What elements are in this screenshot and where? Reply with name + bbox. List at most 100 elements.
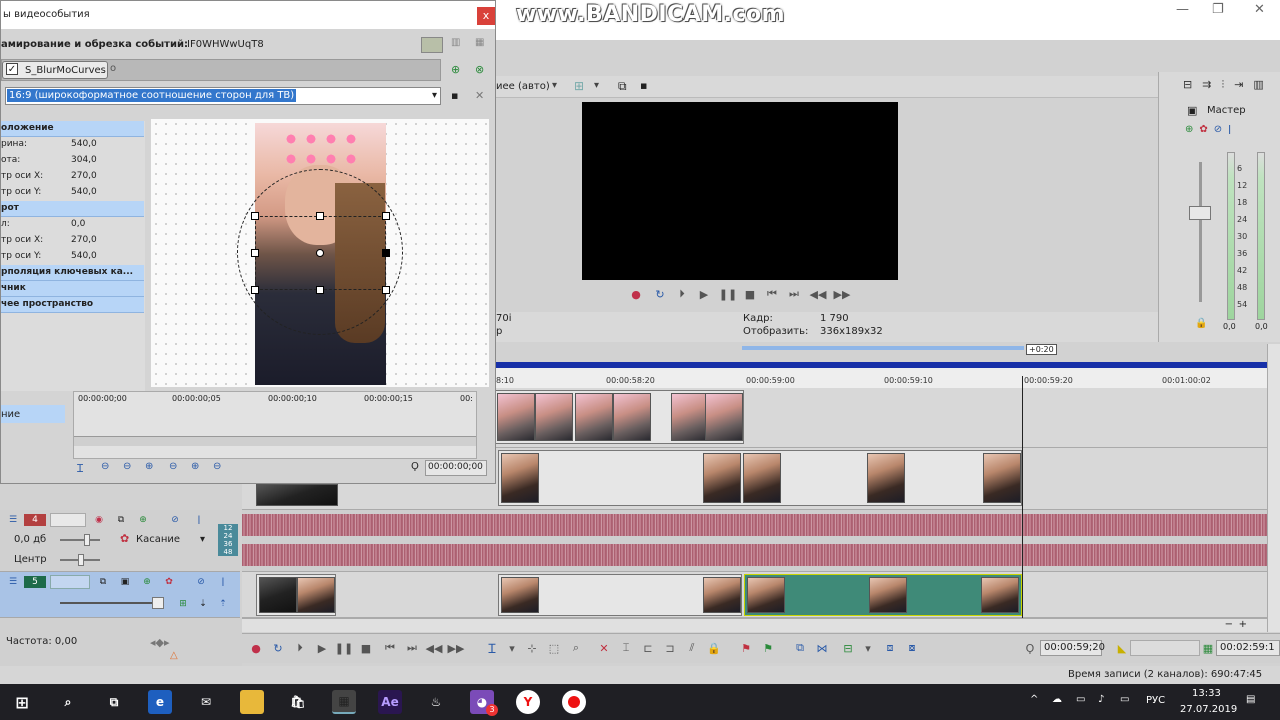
restore-button[interactable]: ❐ bbox=[1212, 2, 1224, 17]
prev-keyframe-icon[interactable]: ⊖ bbox=[123, 461, 131, 472]
property-value[interactable]: 304,0 bbox=[71, 155, 97, 165]
prev-frame-icon[interactable]: ◀◀ bbox=[426, 640, 443, 656]
next-frame-icon[interactable]: ▶▶ bbox=[834, 286, 851, 302]
crop-handle[interactable] bbox=[316, 286, 324, 294]
close-button[interactable]: ✕ bbox=[1254, 2, 1265, 17]
crop-handle[interactable] bbox=[382, 212, 390, 220]
snapping-icon[interactable]: ⧉ bbox=[792, 640, 808, 656]
track-fx-icon[interactable]: ⧉ bbox=[114, 514, 128, 526]
bandicam-record-icon[interactable] bbox=[562, 690, 586, 714]
first-keyframe-icon[interactable]: ⊖ bbox=[101, 461, 109, 472]
delete-preset-icon[interactable]: ✕ bbox=[475, 89, 484, 102]
solo-icon[interactable]: ǀ bbox=[192, 514, 206, 526]
fx-settings-icon[interactable]: ✿ bbox=[1199, 124, 1207, 135]
property-value[interactable]: 0,0 bbox=[71, 219, 85, 229]
envelope-tool-icon[interactable]: ⊹ bbox=[524, 640, 540, 656]
trim-end-icon[interactable]: ⊐ bbox=[662, 640, 678, 656]
save-frame-icon[interactable]: ▪ bbox=[640, 79, 647, 92]
volume-slider[interactable] bbox=[60, 539, 100, 541]
file-explorer-icon[interactable] bbox=[240, 690, 264, 714]
video-clip[interactable] bbox=[498, 450, 1022, 506]
delete-icon[interactable]: ✕ bbox=[596, 640, 612, 656]
property-value[interactable]: 270,0 bbox=[71, 235, 97, 245]
property-row[interactable]: тр оси X: 270,0 bbox=[1, 169, 144, 185]
mixer-icon-5[interactable]: ▥ bbox=[1253, 78, 1263, 92]
automation-mode[interactable]: Касание bbox=[136, 534, 180, 545]
property-group-header[interactable]: чее пространство bbox=[1, 297, 144, 313]
show-hidden-icons[interactable]: ^ bbox=[1030, 694, 1038, 705]
preview-quality-select[interactable]: иее (авто) bbox=[496, 81, 550, 92]
copy-frame-icon[interactable]: ⧉ bbox=[618, 79, 627, 94]
child-icon[interactable]: ⇣ bbox=[196, 598, 210, 610]
next-keyframe-icon[interactable]: ⊕ bbox=[191, 461, 199, 472]
grid-icon[interactable]: ⊞ bbox=[574, 79, 584, 93]
clock-time[interactable]: 13:33 bbox=[1192, 688, 1221, 699]
loop-icon[interactable]: ↻ bbox=[652, 286, 668, 302]
marker-flag[interactable]: +0:20 bbox=[1026, 344, 1057, 355]
after-effects-icon[interactable]: Ae bbox=[378, 690, 402, 714]
dialog-close-button[interactable]: x bbox=[477, 7, 495, 25]
auto-crossfade-icon[interactable]: ⋈ bbox=[814, 640, 830, 656]
mail-icon[interactable]: ✉ bbox=[194, 690, 218, 714]
timeline-horizontal-scrollbar[interactable]: − + bbox=[242, 618, 1267, 632]
windows-start-icon[interactable]: ⊞ bbox=[10, 690, 34, 714]
plugin-chip[interactable]: ✓ S_BlurMoCurves bbox=[2, 61, 108, 79]
chevron-down-icon[interactable]: ▾ bbox=[594, 80, 599, 91]
ripple-icon[interactable]: ⊟ bbox=[840, 640, 856, 656]
marker-icon[interactable]: ⚑ bbox=[738, 640, 754, 656]
playhead-cursor[interactable] bbox=[1022, 376, 1023, 618]
keyframe-time-field[interactable]: 00:00:00;00 bbox=[425, 460, 487, 476]
aspect-preset-select[interactable]: 16:9 (широкоформатное соотношение сторон… bbox=[5, 87, 441, 105]
opacity-slider[interactable] bbox=[60, 602, 160, 604]
record-icon[interactable]: ● bbox=[628, 286, 644, 302]
automation-icon[interactable]: ✿ bbox=[120, 532, 129, 545]
sync-cursor-icon[interactable]: Ɪ bbox=[77, 461, 83, 476]
pause-icon[interactable]: ❚❚ bbox=[335, 640, 353, 656]
video-clip[interactable] bbox=[494, 390, 744, 444]
property-row[interactable]: тр оси X: 270,0 bbox=[1, 233, 144, 249]
plugin-enabled-checkbox[interactable]: ✓ bbox=[6, 63, 18, 75]
play-from-start-icon[interactable]: ⏵ bbox=[674, 286, 690, 302]
crop-handle[interactable] bbox=[382, 249, 390, 257]
chevron-down-icon[interactable]: ▾ bbox=[504, 640, 520, 656]
rate-slider-icon[interactable]: ◂◆▸ bbox=[150, 636, 170, 649]
last-keyframe-icon[interactable]: ⊖ bbox=[213, 461, 221, 472]
track-motion-icon[interactable]: ▣ bbox=[118, 576, 132, 588]
chevron-down-icon[interactable]: ▾ bbox=[200, 534, 205, 545]
crop-handle[interactable] bbox=[251, 249, 259, 257]
chevron-down-icon[interactable]: ▾ bbox=[860, 640, 876, 656]
save-preset-icon[interactable]: ▪ bbox=[451, 89, 458, 102]
mute-icon[interactable]: ⊘ bbox=[194, 576, 208, 588]
next-frame-icon[interactable]: ▶▶ bbox=[448, 640, 465, 656]
chain-icon[interactable] bbox=[421, 37, 443, 53]
property-group-header[interactable]: рполяция ключевых ка... bbox=[1, 265, 144, 281]
trim-start-icon[interactable]: ⊏ bbox=[640, 640, 656, 656]
mixer-icon-2[interactable]: ⇉ bbox=[1202, 78, 1211, 92]
edit-tool-icon[interactable]: Ɪ bbox=[484, 640, 500, 657]
fx-plug-icon[interactable]: ⊕ bbox=[1185, 124, 1193, 135]
compositing-icon[interactable]: ⧉ bbox=[96, 576, 110, 588]
solo-icon[interactable]: ǀ bbox=[216, 576, 230, 588]
keyframe-timeline[interactable]: 00:00:00;00 00:00:00;05 00:00:00;10 00:0… bbox=[73, 391, 477, 459]
go-to-start-icon[interactable]: ⏮ bbox=[764, 286, 780, 302]
expand-icon[interactable]: ⇡ bbox=[216, 598, 230, 610]
loop-region-bar[interactable] bbox=[742, 346, 1024, 350]
video-track-5-lane[interactable] bbox=[242, 572, 1267, 618]
crop-center-handle[interactable] bbox=[316, 249, 324, 257]
crop-handle[interactable] bbox=[382, 286, 390, 294]
property-group-header[interactable]: чник bbox=[1, 281, 144, 297]
trim-icon[interactable]: ⌶ bbox=[618, 640, 634, 656]
pause-icon[interactable]: ❚❚ bbox=[719, 286, 737, 302]
parent-icon[interactable]: ⊞ bbox=[176, 598, 190, 610]
master-fader-handle[interactable] bbox=[1189, 206, 1211, 220]
volume-slider-handle[interactable] bbox=[84, 534, 90, 546]
play-icon[interactable]: ▶ bbox=[314, 640, 330, 656]
collapse-icon[interactable]: ☰ bbox=[6, 514, 20, 526]
selected-video-clip[interactable] bbox=[744, 574, 1022, 616]
task-view-icon[interactable]: ⧉ bbox=[102, 690, 126, 714]
zoom-tool-icon[interactable]: ⌕ bbox=[568, 640, 584, 656]
search-icon[interactable]: ⌕ bbox=[56, 690, 80, 714]
track-name-field[interactable] bbox=[50, 513, 86, 527]
arm-record-icon[interactable]: ◉ bbox=[92, 514, 106, 526]
play-from-start-icon[interactable]: ⏵ bbox=[292, 640, 308, 656]
